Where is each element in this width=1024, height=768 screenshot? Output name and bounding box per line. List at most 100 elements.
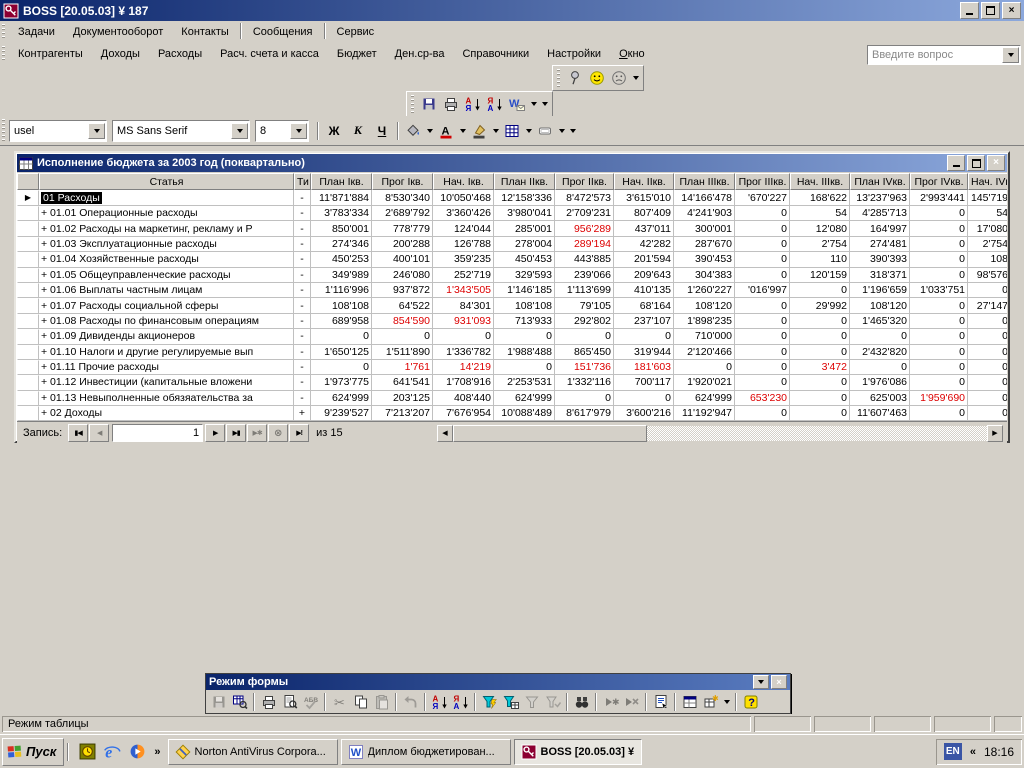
style-combobox[interactable]: usel <box>9 120 107 142</box>
doc-close-button[interactable]: × <box>987 155 1005 171</box>
row-selector[interactable] <box>17 406 39 421</box>
value-cell[interactable]: 1'976'086 <box>850 375 910 390</box>
value-cell[interactable]: 0 <box>790 314 850 329</box>
scroll-right-icon[interactable]: ▶ <box>987 425 1003 442</box>
article-cell[interactable]: + 01.08 Расходы по финансовым операциям <box>39 314 294 329</box>
column-header-6[interactable]: Прог IIкв. <box>555 173 614 190</box>
value-cell[interactable]: 937'872 <box>372 283 433 298</box>
current-record-input[interactable]: 1 <box>112 424 203 442</box>
value-cell[interactable]: 0 <box>735 298 790 313</box>
value-cell[interactable]: 408'440 <box>433 391 494 406</box>
value-cell[interactable]: 11'871'884 <box>311 190 372 206</box>
value-cell[interactable]: 0 <box>968 406 1007 421</box>
value-cell[interactable]: 8'530'340 <box>372 190 433 206</box>
toolbar-options-icon[interactable] <box>630 68 641 88</box>
value-cell[interactable]: 0 <box>614 329 674 344</box>
underline-button[interactable]: Ч <box>370 120 394 142</box>
value-cell[interactable]: 1'973'775 <box>311 375 372 390</box>
value-cell[interactable]: '670'227 <box>735 190 790 206</box>
menu-item-module-1[interactable]: Контрагенты <box>9 45 92 63</box>
toolbar-options-icon[interactable] <box>567 121 578 141</box>
print-button[interactable] <box>258 692 279 712</box>
next-record-button[interactable]: ▶ <box>205 424 225 442</box>
italic-button[interactable]: К <box>346 120 370 142</box>
scrollbar-thumb[interactable] <box>453 425 647 442</box>
column-header-9[interactable]: Прог IIIкв. <box>735 173 790 190</box>
value-cell[interactable]: 0 <box>735 252 790 267</box>
value-cell[interactable]: 437'011 <box>614 221 674 236</box>
previous-record-button[interactable]: ◀ <box>89 424 109 442</box>
delete-record-button[interactable] <box>621 692 642 712</box>
value-cell[interactable]: 108'120 <box>674 298 735 313</box>
value-cell[interactable]: 641'541 <box>372 375 433 390</box>
filter-button[interactable] <box>521 692 542 712</box>
type-cell[interactable]: - <box>294 221 311 236</box>
apply-filter-button[interactable] <box>542 692 563 712</box>
value-cell[interactable]: 1'336'782 <box>433 345 494 360</box>
value-cell[interactable]: 0 <box>735 375 790 390</box>
value-cell[interactable]: 854'590 <box>372 314 433 329</box>
copy-button[interactable] <box>350 692 371 712</box>
type-cell[interactable]: - <box>294 329 311 344</box>
value-cell[interactable]: 3'783'334 <box>311 206 372 221</box>
menu-item-module-4[interactable]: Расч. счета и касса <box>211 45 328 63</box>
toolbar-grip[interactable] <box>2 46 5 62</box>
chevron-down-icon[interactable] <box>490 121 501 141</box>
value-cell[interactable]: 0 <box>910 206 968 221</box>
value-cell[interactable]: 120'159 <box>790 268 850 283</box>
type-cell[interactable]: - <box>294 190 311 206</box>
value-cell[interactable]: 1'332'116 <box>555 375 614 390</box>
value-cell[interactable]: 203'125 <box>372 391 433 406</box>
value-cell[interactable]: 274'346 <box>311 237 372 252</box>
value-cell[interactable]: 778'779 <box>372 221 433 236</box>
article-cell[interactable]: + 01.13 Невыполненные обязяательства за <box>39 391 294 406</box>
article-cell[interactable]: 01 Расходы <box>39 190 294 206</box>
menu-item-1[interactable]: Задачи <box>9 23 64 41</box>
value-cell[interactable]: 68'164 <box>614 298 674 313</box>
chevron-down-icon[interactable] <box>523 121 534 141</box>
value-cell[interactable]: 624'999 <box>494 391 555 406</box>
value-cell[interactable]: 1'343'505 <box>433 283 494 298</box>
value-cell[interactable]: 0 <box>968 375 1007 390</box>
value-cell[interactable]: 200'288 <box>372 237 433 252</box>
value-cell[interactable]: 1'761 <box>372 360 433 375</box>
article-cell[interactable]: + 01.11 Прочие расходы <box>39 360 294 375</box>
value-cell[interactable]: 252'719 <box>433 268 494 283</box>
save-button[interactable] <box>208 692 229 712</box>
value-cell[interactable]: 0 <box>790 391 850 406</box>
menu-item-module-3[interactable]: Расходы <box>149 45 211 63</box>
print-button[interactable] <box>440 94 462 114</box>
save-button[interactable] <box>418 94 440 114</box>
value-cell[interactable]: 0 <box>910 329 968 344</box>
row-selector[interactable] <box>17 252 39 267</box>
undo-button[interactable] <box>400 692 421 712</box>
value-cell[interactable]: 14'219 <box>433 360 494 375</box>
value-cell[interactable]: 0 <box>968 283 1007 298</box>
row-selector[interactable]: ▶ <box>17 190 39 206</box>
row-selector[interactable] <box>17 375 39 390</box>
value-cell[interactable]: 278'004 <box>494 237 555 252</box>
value-cell[interactable]: 710'000 <box>674 329 735 344</box>
special-effect-button[interactable] <box>534 121 556 141</box>
article-cell[interactable]: + 01.02 Расходы на маркетинг, рекламу и … <box>39 221 294 236</box>
value-cell[interactable]: 0 <box>494 360 555 375</box>
value-cell[interactable]: 181'603 <box>614 360 674 375</box>
new-object-button[interactable]: ✱ <box>700 692 721 712</box>
taskbar-task-2[interactable]: WДиплом бюджетирован... <box>341 739 511 765</box>
value-cell[interactable]: 624'999 <box>674 391 735 406</box>
value-cell[interactable]: 8'472'573 <box>555 190 614 206</box>
value-cell[interactable]: 0 <box>910 406 968 421</box>
last-record-button[interactable]: ▶▮ <box>226 424 246 442</box>
value-cell[interactable]: 304'383 <box>674 268 735 283</box>
minimize-button[interactable] <box>960 2 979 19</box>
type-cell[interactable]: - <box>294 360 311 375</box>
value-cell[interactable]: 13'237'963 <box>850 190 910 206</box>
ask-question-combobox[interactable]: Введите вопрос <box>867 45 1021 65</box>
value-cell[interactable]: 0 <box>790 375 850 390</box>
article-cell[interactable]: + 01.07 Расходы социальной сферы <box>39 298 294 313</box>
value-cell[interactable]: 0 <box>674 360 735 375</box>
value-cell[interactable]: 0 <box>735 329 790 344</box>
spelling-button[interactable]: АБВ <box>300 692 321 712</box>
type-cell[interactable]: - <box>294 237 311 252</box>
menu-item-module-6[interactable]: Ден.ср-ва <box>386 45 454 63</box>
